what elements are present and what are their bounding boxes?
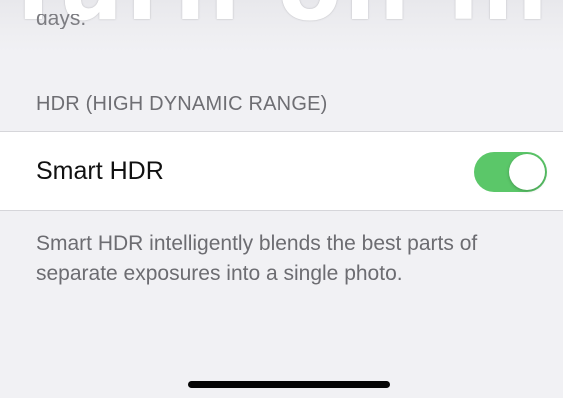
top-overlay-banner: Turn on in Setti days. <box>0 0 563 52</box>
smart-hdr-label: Smart HDR <box>36 157 164 185</box>
smart-hdr-description: Smart HDR intelligently blends the best … <box>36 232 478 285</box>
section-header-hdr: HDR (HIGH DYNAMIC RANGE) <box>36 93 328 115</box>
home-indicator[interactable] <box>188 381 390 388</box>
smart-hdr-toggle[interactable] <box>474 152 547 192</box>
smart-hdr-cell[interactable]: Smart HDR <box>0 131 563 211</box>
toggle-knob <box>509 154 545 190</box>
